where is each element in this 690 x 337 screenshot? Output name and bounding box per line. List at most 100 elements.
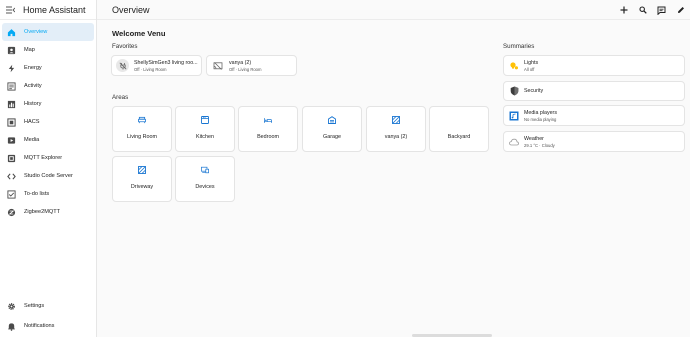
- area-card-kitchen[interactable]: Kitchen: [175, 106, 235, 152]
- page-title: Overview: [112, 4, 150, 15]
- search-button[interactable]: [633, 3, 652, 17]
- bed-icon: [264, 116, 272, 124]
- sidebar-item-zigbee2mqtt[interactable]: Zigbee2MQTT: [2, 203, 94, 221]
- main-content: Welcome Venu Favorites ShellySimGen3 liv…: [97, 20, 690, 337]
- history-icon: [7, 100, 16, 109]
- sidebar-item-label: History: [24, 101, 42, 107]
- sidebar-item-map[interactable]: Map: [2, 41, 94, 59]
- sidebar-item-hacs[interactable]: HACS: [2, 113, 94, 131]
- top-bar: Overview: [97, 0, 690, 20]
- bell-icon: [7, 322, 16, 331]
- area-label: vanya (2): [384, 134, 408, 140]
- area-label: Backyard: [447, 134, 471, 140]
- sidebar-item-history[interactable]: History: [2, 95, 94, 113]
- devices-icon: [201, 166, 209, 174]
- summary-card-security[interactable]: Security: [503, 81, 685, 101]
- summary-name: Media players: [524, 109, 557, 116]
- todo-icon: [7, 189, 16, 199]
- summary-name: Lights: [524, 59, 539, 66]
- area-card-backyard[interactable]: Backyard: [429, 106, 489, 152]
- sidebar-item-activity[interactable]: Activity: [2, 77, 94, 95]
- sidebar-item-label: Zigbee2MQTT: [24, 209, 61, 215]
- summary-state: No media playing: [524, 116, 557, 122]
- plus-icon: [620, 6, 627, 14]
- zigbee-icon: [7, 208, 16, 217]
- sidebar-item-label: Media: [24, 137, 40, 143]
- assist-button[interactable]: [652, 3, 671, 17]
- favorite-name: ShellySimGen3 living roo...: [134, 59, 198, 66]
- sidebar-header: Home Assistant: [0, 0, 96, 20]
- area-card-living-room[interactable]: Living Room: [112, 106, 172, 152]
- hacs-icon: [7, 117, 16, 127]
- gear-icon: [7, 302, 16, 311]
- summary-name: Weather: [524, 135, 544, 142]
- sidebar-item-label: Map: [24, 47, 35, 53]
- shield-icon: [509, 86, 519, 96]
- summary-card-media-players[interactable]: Media players No media playing: [503, 105, 685, 126]
- sidebar-list: Overview Map Energy Activity History HAC…: [0, 20, 96, 221]
- area-card-devices[interactable]: Devices: [175, 156, 235, 202]
- sidebar-item-energy[interactable]: Energy: [2, 59, 94, 77]
- sidebar-item-label: Notifications: [24, 323, 55, 329]
- area-label: Driveway: [130, 184, 154, 190]
- media-icon: [7, 136, 16, 145]
- sidebar: Home Assistant Overview Map Energy Activ…: [0, 0, 97, 337]
- summary-state: All off: [524, 66, 535, 72]
- sidebar-item-label: Overview: [24, 29, 48, 35]
- media-player-icon: [509, 111, 519, 121]
- energy-icon: [7, 64, 16, 73]
- area-card-driveway[interactable]: Driveway: [112, 156, 172, 202]
- sidebar-item-label: To-do lists: [24, 191, 50, 197]
- favorites-title: Favorites: [112, 43, 138, 50]
- area-label: Devices: [195, 184, 215, 190]
- sidebar-bottom: Settings Notifications: [0, 297, 97, 337]
- plug-off-icon: [116, 59, 129, 72]
- sidebar-item-label: Studio Code Server: [24, 173, 73, 179]
- sidebar-item-overview[interactable]: Overview: [2, 23, 94, 41]
- summary-name: Security: [524, 88, 544, 94]
- sidebar-item-todo-lists[interactable]: To-do lists: [2, 185, 94, 203]
- area-label: Bedroom: [257, 134, 279, 140]
- add-button[interactable]: [614, 3, 633, 17]
- favorite-state: Off · Living Room: [134, 66, 167, 72]
- sidebar-item-settings[interactable]: Settings: [2, 297, 95, 315]
- favorite-card[interactable]: ShellySimGen3 living roo... Off · Living…: [111, 55, 202, 76]
- area-label: Living Room: [127, 134, 157, 140]
- overview-icon: [7, 28, 16, 37]
- menu-icon[interactable]: [5, 5, 15, 15]
- favorite-state: Off · Living Room: [229, 66, 262, 72]
- search-icon: [638, 6, 647, 14]
- app-title: Home Assistant: [23, 4, 86, 15]
- sidebar-item-notifications[interactable]: Notifications: [2, 317, 95, 335]
- area-card-bedroom[interactable]: Bedroom: [238, 106, 298, 152]
- sidebar-item-label: MQTT Explorer: [24, 155, 63, 161]
- stove-icon: [201, 116, 209, 124]
- sidebar-item-label: Settings: [24, 303, 45, 309]
- top-actions: [614, 0, 690, 20]
- activity-icon: [7, 81, 16, 91]
- edit-button[interactable]: [671, 3, 690, 17]
- mqtt-icon: [7, 154, 16, 163]
- chat-icon: [657, 6, 666, 15]
- summary-card-weather[interactable]: Weather 29.1 °C · Cloudy: [503, 131, 685, 152]
- sidebar-item-label: HACS: [24, 119, 40, 125]
- area-card-vanya-2[interactable]: vanya (2): [366, 106, 426, 152]
- areas-title: Areas: [112, 94, 129, 101]
- cloud-icon: [509, 137, 519, 147]
- sidebar-item-media[interactable]: Media: [2, 131, 94, 149]
- summary-card-lights[interactable]: Lights All off: [503, 55, 685, 76]
- cast-off-icon: [211, 59, 224, 72]
- sidebar-item-label: Energy: [24, 65, 42, 71]
- favorite-card[interactable]: vanya (2) Off · Living Room: [206, 55, 297, 76]
- sidebar-item-mqtt-explorer[interactable]: MQTT Explorer: [2, 149, 94, 167]
- summaries-title: Summaries: [503, 43, 535, 50]
- favorite-name: vanya (2): [229, 59, 252, 66]
- area-label: Garage: [323, 134, 341, 140]
- welcome-heading: Welcome Venu: [112, 29, 166, 38]
- hatched-square-icon: [138, 166, 146, 174]
- map-icon: [7, 46, 16, 55]
- summary-state: 29.1 °C · Cloudy: [524, 142, 555, 148]
- area-label: Kitchen: [196, 134, 214, 140]
- sidebar-item-studio-code-server[interactable]: Studio Code Server: [2, 167, 94, 185]
- area-card-garage[interactable]: Garage: [302, 106, 362, 152]
